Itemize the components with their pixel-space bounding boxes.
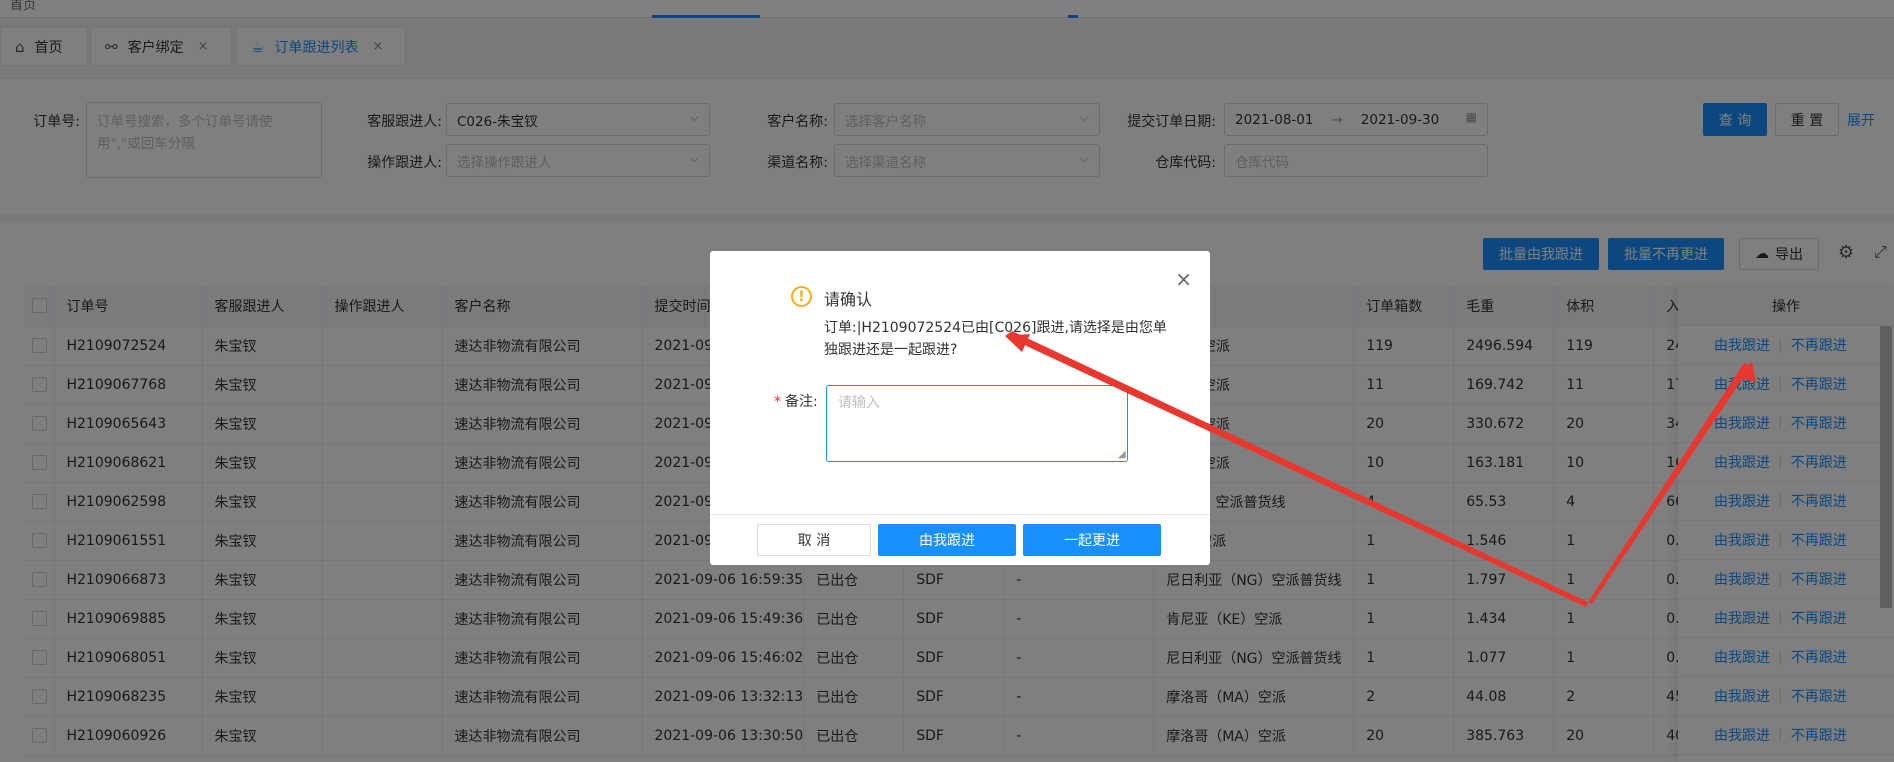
annotation-arrow-to-column bbox=[1588, 363, 1751, 604]
annotation-arrow-to-dialog bbox=[1005, 331, 1588, 607]
annotation-arrows bbox=[1005, 331, 1756, 607]
